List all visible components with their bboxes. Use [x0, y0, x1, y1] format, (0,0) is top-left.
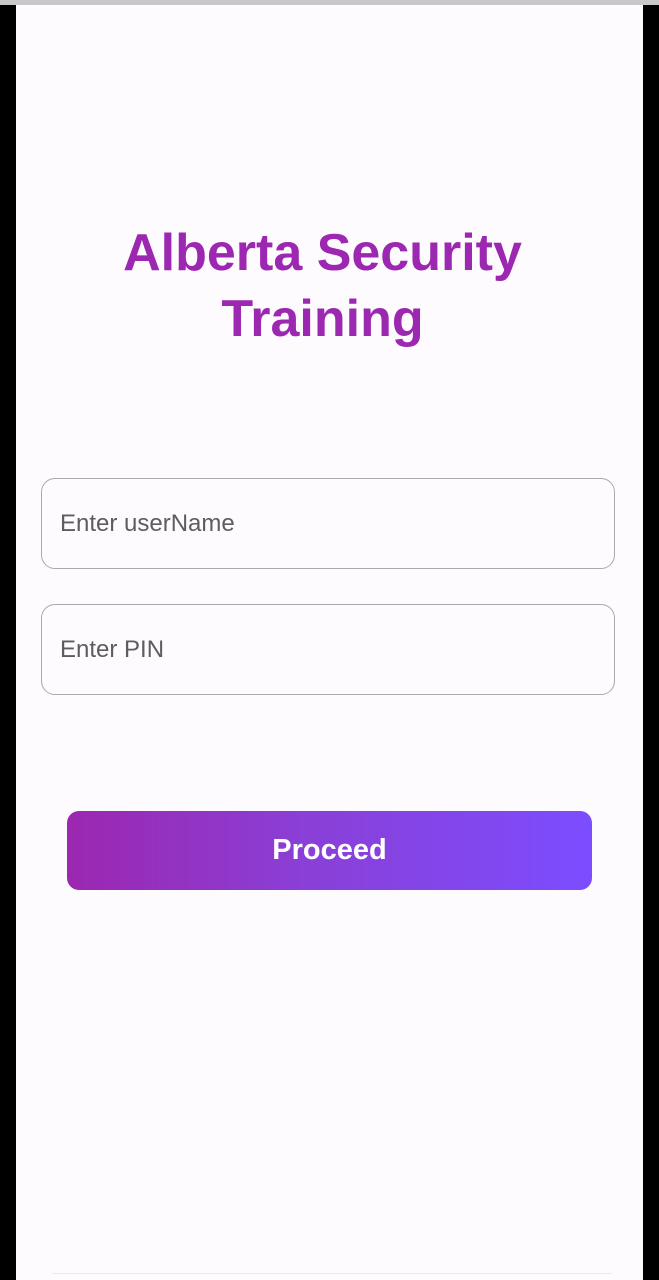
- device-frame: Alberta Security Training Proceed: [0, 0, 659, 1280]
- app-title: Alberta Security Training: [16, 220, 629, 352]
- pin-field[interactable]: [41, 604, 615, 695]
- login-screen: Alberta Security Training Proceed: [16, 5, 643, 1280]
- app-title-line-2: Training: [221, 290, 424, 348]
- bottom-divider: [52, 1273, 612, 1274]
- pin-input[interactable]: [60, 605, 600, 694]
- proceed-button[interactable]: Proceed: [67, 811, 592, 890]
- username-field[interactable]: [41, 478, 615, 569]
- username-input[interactable]: [60, 479, 600, 568]
- app-title-line-1: Alberta Security: [123, 224, 522, 282]
